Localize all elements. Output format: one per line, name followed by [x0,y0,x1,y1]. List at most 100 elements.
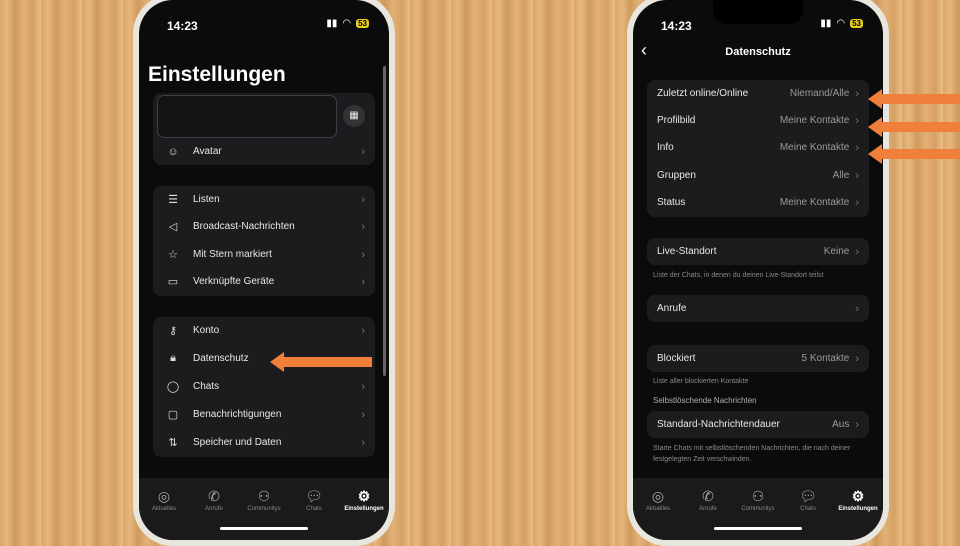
phone-privacy: 14:23 ▮▮ ◠ 53 ‹ Datenschutz Zuletzt online… [627,0,889,546]
status-icons: ▮▮ ◠ 53 [326,18,369,29]
gear-icon: ⚙ [357,488,371,504]
item-label: Listen [193,194,220,205]
settings-screen: 14:23 ▮▮ ◠ 53 Einstellungen ▦ ☺ Avatar › ☰ Li… [139,0,389,540]
settings-item-linked-devices[interactable]: ▭ Verknüpfte Geräte › [153,268,375,295]
arrow-left-icon [868,144,960,164]
settings-item-starred[interactable]: ☆ Mit Stern markiert › [153,241,375,268]
item-label: Standard-Nachrichtendauer [657,419,780,430]
chevron-right-icon: › [361,324,365,337]
tab-aktuelles[interactable]: ◎ Aktuelles [634,488,682,540]
list-icon: ☰ [168,194,178,206]
status-time: 14:23 [661,19,692,33]
row: Blockiert 5 Kontakte › [647,345,869,372]
qr-code-icon[interactable]: ▦ [343,105,365,127]
item-value: Meine Kontakte [779,142,850,153]
arrow-left-icon [270,352,372,372]
privacy-item-live-location[interactable]: Live-Standort Keine › [647,238,869,265]
settings-item-notifications[interactable]: ▢ Benachrichtigungen › [153,401,375,428]
tab-communitys[interactable]: ⚇ Communitys [240,488,288,540]
privacy-item-groups[interactable]: Gruppen Alle › [647,162,869,189]
privacy-item-last-seen[interactable]: Zuletzt online/Online Niemand/Alle › [647,80,869,107]
chevron-right-icon: › [855,418,859,431]
tab-label: Aktuelles [151,506,177,512]
settings-item-chats[interactable]: ◯ Chats › [153,373,375,400]
settings-item-storage[interactable]: ⇅ Speicher und Daten › [153,429,375,456]
page-title: Datenschutz [725,46,791,58]
tab-label: Anrufe [699,506,717,512]
wifi-icon: ◠ [342,18,352,29]
tab-chats[interactable]: 💬︎ Chats [290,488,338,540]
arrow-left-icon [868,117,960,137]
item-label: Blockiert [657,353,696,364]
tab-anrufe[interactable]: ✆ Anrufe [190,488,238,540]
tab-chats[interactable]: 💬︎ Chats [784,488,832,540]
tab-label: Communitys [741,506,775,512]
privacy-item-info[interactable]: Info Meine Kontakte › [647,134,869,161]
chevron-right-icon: › [361,275,365,288]
tab-label: Anrufe [205,506,223,512]
item-value: Keine [823,246,850,257]
status-icon: ◎ [651,488,665,504]
chevron-right-icon: › [855,141,859,154]
section-header: Selbstlöschende Nachrichten [653,396,757,405]
tab-einstellungen[interactable]: ⚙ Einstellungen [834,488,882,540]
home-indicator [220,527,308,530]
item-label: Mit Stern markiert [193,249,272,260]
megaphone-icon: ◁ [168,221,178,233]
tab-label: Chats [800,506,816,512]
item-label: Profilbild [657,115,696,126]
privacy-screen: 14:23 ▮▮ ◠ 53 ‹ Datenschutz Zuletzt online… [633,0,883,540]
tab-label: Einstellungen [838,506,878,512]
star-icon: ☆ [168,249,178,261]
avatar-icon: ☺ [167,145,179,158]
chevron-right-icon: › [855,87,859,100]
tab-aktuelles[interactable]: ◎ Aktuelles [140,488,188,540]
tab-communitys[interactable]: ⚇ Communitys [734,488,782,540]
phone-settings: 14:23 ▮▮ ◠ 53 Einstellungen ▦ ☺ Avatar › ☰ Li… [133,0,395,546]
profile-card[interactable] [157,95,337,138]
bell-icon: ▢ [167,409,179,421]
privacy-item-calls[interactable]: Anrufe › [647,295,869,322]
tab-einstellungen[interactable]: ⚙ Einstellungen [340,488,388,540]
tab-label: Aktuelles [645,506,671,512]
chevron-right-icon: › [361,248,365,261]
item-value: Alle [832,170,850,181]
privacy-group-1: Zuletzt online/Online Niemand/Alle › Profi… [647,80,869,217]
settings-item-konto[interactable]: ⚷ Konto › [153,317,375,344]
chevron-right-icon: › [361,193,365,206]
battery-icon: 53 [356,19,369,28]
chevron-right-icon: › [855,169,859,182]
community-icon: ⚇ [257,488,271,504]
tab-bar: ◎ Aktuelles ✆ Anrufe ⚇ Communitys 💬︎ Chats ⚙… [139,478,389,540]
item-label: Info [657,142,674,153]
tab-label: Communitys [247,506,281,512]
scrollbar[interactable] [383,66,386,376]
chevron-right-icon: › [361,380,365,393]
privacy-item-profile-photo[interactable]: Profilbild Meine Kontakte › [647,107,869,134]
status-icons: ▮▮ ◠ 53 [820,18,863,29]
tab-label: Chats [306,506,322,512]
item-label: Avatar [193,146,222,157]
item-label: Gruppen [657,170,696,181]
laptop-icon: ▭ [167,276,179,288]
chevron-right-icon: › [855,352,859,365]
chevron-right-icon: › [855,245,859,258]
settings-item-listen[interactable]: ☰ Listen › [153,186,375,213]
settings-item-broadcast[interactable]: ◁ Broadcast-Nachrichten › [153,213,375,240]
item-value: 5 Kontakte [801,353,850,364]
dynamic-island [713,0,803,24]
community-icon: ⚇ [751,488,765,504]
transfer-icon: ⇅ [168,437,178,449]
chevron-right-icon: › [855,114,859,127]
privacy-item-message-timer[interactable]: Standard-Nachrichtendauer Aus › [647,411,869,438]
privacy-item-status[interactable]: Status Meine Kontakte › [647,189,869,216]
row: Live-Standort Keine › [647,238,869,265]
settings-item-avatar[interactable]: ☺ Avatar › [153,138,375,165]
item-label: Chats [193,381,220,392]
tab-anrufe[interactable]: ✆ Anrufe [684,488,732,540]
privacy-item-blocked[interactable]: Blockiert 5 Kontakte › [647,345,869,372]
timer-caption: Starte Chats mit selbstlöschenden Nachri… [653,445,851,463]
signal-icon: ▮▮ [326,18,338,29]
chevron-right-icon: › [361,220,365,233]
blocked-caption: Liste aller blockierten Kontakte [653,378,749,385]
